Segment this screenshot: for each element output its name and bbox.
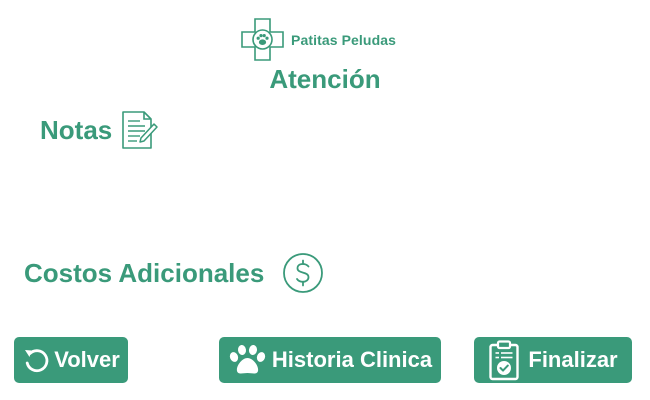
refresh-icon xyxy=(25,349,49,373)
finish-button-label: Finalizar xyxy=(528,347,618,372)
brand-name: Patitas Peludas xyxy=(291,31,396,48)
costs-label: Costos Adicionales xyxy=(24,257,265,288)
dollar-circle-icon xyxy=(283,253,324,293)
medical-history-button[interactable]: Historia Clinica xyxy=(219,337,441,383)
paw-icon xyxy=(229,345,266,374)
page-title: Atención xyxy=(269,64,381,94)
back-button-label: Volver xyxy=(54,347,120,372)
notes-document-icon xyxy=(122,111,158,149)
costs-section-heading: Costos Adicionales xyxy=(24,252,324,294)
medical-history-button-label: Historia Clinica xyxy=(271,347,433,372)
clipboard-check-icon xyxy=(489,340,520,381)
brand-logo: Patitas Peludas xyxy=(240,17,396,62)
notes-label: Notas xyxy=(40,114,113,145)
back-button[interactable]: Volver xyxy=(14,337,128,383)
notes-section-heading: Notas xyxy=(40,110,158,150)
cross-paw-icon xyxy=(241,18,284,61)
finish-button[interactable]: Finalizar xyxy=(474,337,632,383)
